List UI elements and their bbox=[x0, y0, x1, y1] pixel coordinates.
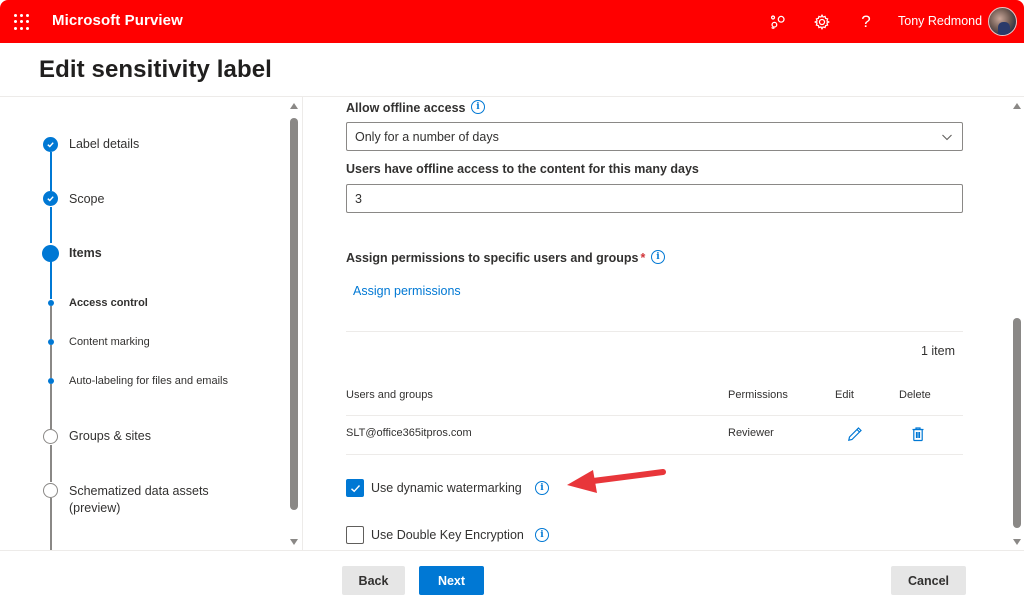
next-button[interactable]: Next bbox=[419, 566, 484, 595]
page-title: Edit sensitivity label bbox=[39, 56, 272, 83]
offline-days-input[interactable] bbox=[346, 184, 963, 213]
help-icon[interactable]: ? bbox=[855, 11, 877, 33]
wizard-steps-nav: Label details Scope Items Access control… bbox=[0, 97, 300, 550]
top-bar: Microsoft Purview ? Tony Redmond bbox=[0, 0, 1024, 43]
app-title[interactable]: Microsoft Purview bbox=[52, 12, 183, 29]
double-key-encryption-label[interactable]: Use Double Key Encryption bbox=[371, 528, 524, 542]
substep-dot-icon bbox=[48, 378, 54, 384]
left-nav-scrollbar[interactable] bbox=[288, 100, 300, 548]
step-label: Content marking bbox=[69, 336, 150, 348]
double-key-encryption-checkbox[interactable] bbox=[346, 526, 364, 544]
info-icon[interactable]: i bbox=[651, 250, 665, 264]
checkmark-icon bbox=[351, 485, 361, 493]
chevron-down-icon bbox=[942, 134, 952, 141]
step-label: Auto-labeling for files and emails bbox=[69, 375, 228, 387]
assign-permissions-label: Assign permissions to specific users and… bbox=[346, 251, 645, 265]
row-permission: Reviewer bbox=[728, 427, 774, 439]
scroll-down-arrow-icon[interactable] bbox=[290, 539, 298, 545]
step-label: Items bbox=[69, 246, 102, 260]
scrollbar-thumb[interactable] bbox=[290, 118, 298, 510]
scroll-up-arrow-icon[interactable] bbox=[1013, 103, 1021, 109]
empty-circle-icon bbox=[43, 429, 58, 444]
scroll-up-arrow-icon[interactable] bbox=[290, 103, 298, 109]
info-icon[interactable]: i bbox=[535, 481, 549, 495]
annotation-arrow-icon bbox=[567, 469, 666, 493]
row-user: SLT@office365itpros.com bbox=[346, 427, 472, 439]
step-connector bbox=[50, 345, 52, 378]
step-connector bbox=[50, 445, 52, 482]
edit-pencil-icon[interactable] bbox=[847, 426, 863, 442]
substep-dot-icon bbox=[48, 339, 54, 345]
assign-permissions-link[interactable]: Assign permissions bbox=[353, 284, 461, 298]
step-label: Label details bbox=[69, 137, 140, 151]
step-connector bbox=[50, 207, 52, 243]
checkmark-circle-icon bbox=[43, 191, 58, 206]
step-label: Access control bbox=[69, 297, 148, 309]
current-step-circle-icon bbox=[42, 245, 59, 262]
empty-circle-icon bbox=[43, 483, 58, 498]
step-label: Groups & sites bbox=[69, 429, 151, 443]
dynamic-watermarking-label[interactable]: Use dynamic watermarking bbox=[371, 481, 522, 495]
info-icon[interactable]: i bbox=[535, 528, 549, 542]
substep-dot-icon bbox=[48, 300, 54, 306]
step-label: Schematized data assets (preview) bbox=[69, 484, 209, 515]
offline-access-dropdown[interactable]: Only for a number of days bbox=[346, 122, 963, 151]
info-icon[interactable]: i bbox=[471, 100, 485, 114]
column-header-users[interactable]: Users and groups bbox=[346, 389, 433, 401]
main-scrollbar[interactable] bbox=[1011, 100, 1023, 548]
table-header-divider bbox=[346, 415, 963, 416]
required-indicator: * bbox=[640, 251, 646, 265]
column-header-delete: Delete bbox=[899, 389, 931, 401]
offline-access-label: Allow offline access bbox=[346, 101, 466, 115]
avatar[interactable] bbox=[988, 7, 1017, 36]
section-divider bbox=[346, 331, 963, 332]
delete-trash-icon[interactable] bbox=[910, 426, 926, 442]
column-header-permissions[interactable]: Permissions bbox=[728, 389, 788, 401]
step-connector bbox=[50, 498, 52, 550]
scroll-down-arrow-icon[interactable] bbox=[1013, 539, 1021, 545]
cancel-button[interactable]: Cancel bbox=[891, 566, 966, 595]
step-connector bbox=[50, 384, 52, 429]
checkmark-circle-icon bbox=[43, 137, 58, 152]
dropdown-selected-value: Only for a number of days bbox=[355, 130, 499, 144]
table-row-divider bbox=[346, 454, 963, 455]
back-button[interactable]: Back bbox=[342, 566, 405, 595]
community-icon[interactable] bbox=[767, 11, 789, 33]
waffle-icon[interactable] bbox=[14, 14, 30, 30]
scrollbar-thumb[interactable] bbox=[1013, 318, 1021, 528]
settings-icon[interactable] bbox=[811, 11, 833, 33]
step-connector bbox=[50, 261, 52, 299]
step-connector bbox=[50, 152, 52, 191]
assign-permissions-label-text: Assign permissions to specific users and… bbox=[346, 251, 639, 265]
footer-divider bbox=[0, 550, 1024, 551]
offline-days-label: Users have offline access to the content… bbox=[346, 162, 699, 176]
user-name[interactable]: Tony Redmond bbox=[898, 14, 982, 28]
column-header-edit: Edit bbox=[835, 389, 854, 401]
step-connector bbox=[50, 306, 52, 339]
dynamic-watermarking-checkbox[interactable] bbox=[346, 479, 364, 497]
item-count: 1 item bbox=[920, 344, 955, 358]
step-label: Scope bbox=[69, 192, 105, 206]
